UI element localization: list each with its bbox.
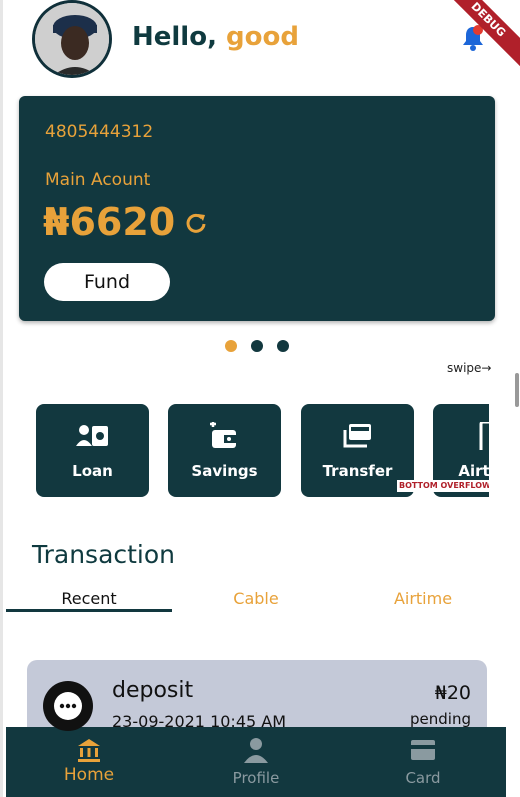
carousel-indicator [225, 340, 289, 352]
account-label: Main Acount [45, 170, 151, 190]
fund-button[interactable]: Fund [44, 263, 170, 301]
overflow-warning: BOTTOM OVERFLOWED [397, 480, 489, 492]
loan-button[interactable]: Loan [36, 404, 149, 497]
tab-recent[interactable]: Recent [6, 588, 172, 612]
avatar[interactable] [32, 0, 112, 78]
account-card: 4805444312 Main Acount ₦6620 Fund [19, 96, 495, 321]
bottom-navigation: Home Profile Card [6, 727, 506, 797]
transfer-label: Transfer [322, 462, 393, 480]
nav-profile-label: Profile [232, 769, 280, 787]
savings-label: Savings [191, 462, 258, 480]
refresh-icon[interactable] [183, 210, 209, 236]
carousel-dot-2[interactable] [251, 340, 263, 352]
app-screen: Hello, good DEBUG 4805444312 Main Acount… [0, 0, 520, 797]
person-icon [243, 737, 269, 763]
nav-home[interactable]: Home [6, 737, 172, 785]
savings-wallet-icon [208, 421, 240, 450]
overflow-warning-text: BOTTOM OVERFLOWED [397, 480, 489, 492]
loan-icon [76, 422, 108, 450]
swipe-hint: swipe→ [447, 361, 492, 375]
account-balance: ₦6620 [43, 200, 176, 244]
transaction-tabs: Recent Cable Airtime [6, 588, 506, 614]
savings-button[interactable]: Savings [168, 404, 281, 497]
tab-cable[interactable]: Cable [173, 588, 339, 612]
user-name: good [226, 22, 299, 52]
credit-card-icon [410, 737, 436, 763]
tab-airtime[interactable]: Airtime [340, 588, 506, 612]
transaction-status: pending [410, 710, 471, 728]
transaction-type: deposit [112, 678, 194, 703]
nav-card[interactable]: Card [340, 737, 506, 787]
carousel-dot-1[interactable] [225, 340, 237, 352]
account-number: 4805444312 [45, 122, 154, 142]
chat-bubble-icon [54, 692, 82, 720]
airtime-label: Airtime [458, 462, 489, 480]
section-title: Transaction [32, 540, 176, 569]
scrollbar[interactable] [515, 373, 519, 407]
loan-label: Loan [72, 462, 113, 480]
nav-home-label: Home [63, 765, 115, 785]
greeting: Hello, good [132, 22, 299, 52]
nav-card-label: Card [405, 769, 441, 787]
transfer-icon [341, 422, 373, 450]
phone-icon [473, 420, 489, 454]
transaction-amount: ₦20 [434, 682, 471, 704]
nav-profile[interactable]: Profile [173, 737, 339, 787]
chat-button[interactable] [43, 681, 93, 731]
carousel-dot-3[interactable] [277, 340, 289, 352]
greeting-text: Hello, [132, 22, 217, 52]
bank-icon [76, 737, 102, 763]
